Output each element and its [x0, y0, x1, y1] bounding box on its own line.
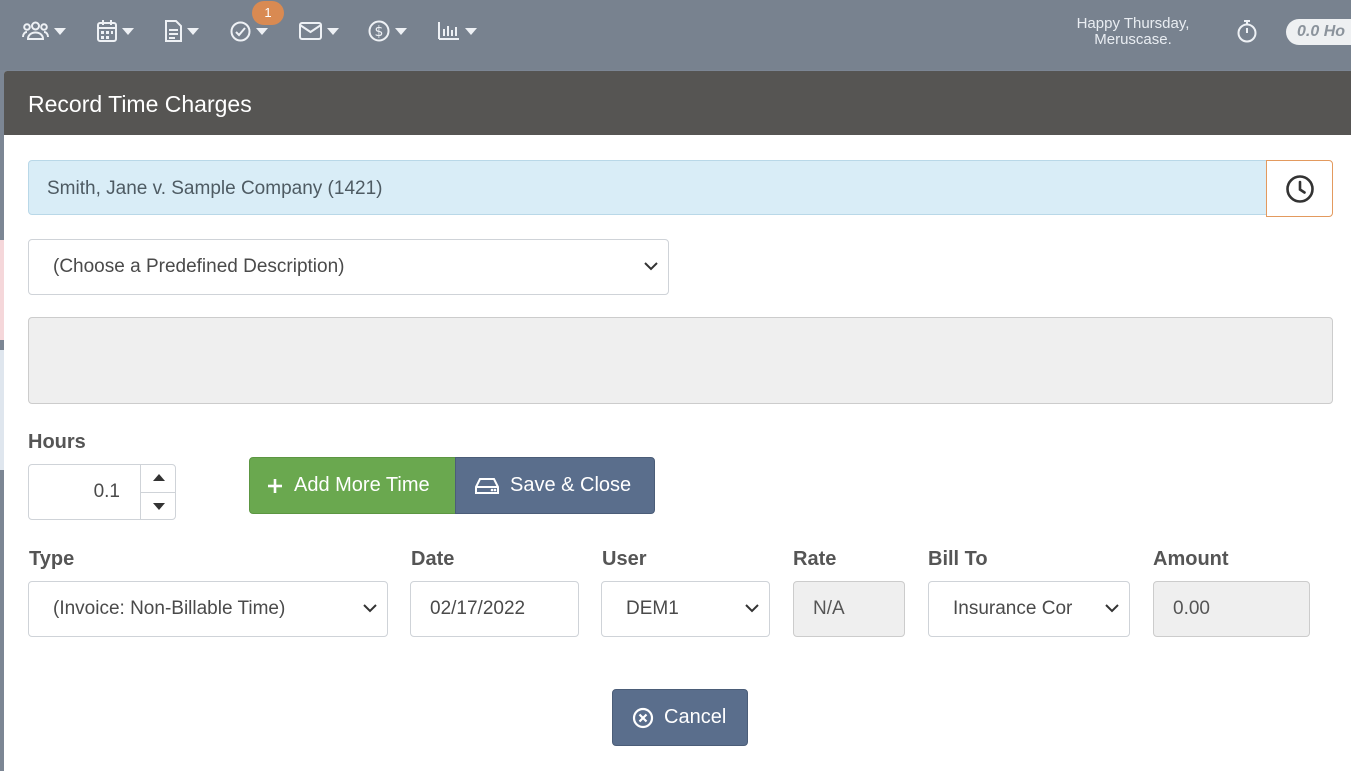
chevron-down-icon [327, 27, 339, 35]
tasks-count-badge: 1 [252, 1, 284, 25]
cancel-button[interactable]: Cancel [612, 689, 748, 746]
predefined-description-value: (Choose a Predefined Description) [53, 256, 345, 277]
stepper-down-icon[interactable] [153, 503, 165, 510]
greeting-line-2: Meruscase. [1094, 31, 1172, 48]
hard-drive-icon [475, 477, 499, 494]
type-value: (Invoice: Non-Billable Time) [53, 598, 286, 619]
add-more-time-button[interactable]: Add More Time [249, 457, 456, 514]
type-select[interactable]: (Invoice: Non-Billable Time) [28, 581, 388, 637]
bill-to-value: Insurance Cor [953, 598, 1073, 619]
bar-chart-icon [438, 22, 459, 40]
time-history-button[interactable] [1266, 160, 1333, 217]
date-label: Date [411, 548, 455, 570]
record-time-modal: Record Time Charges Smith, Jane v. Sampl… [4, 71, 1351, 771]
svg-text:$: $ [375, 24, 384, 40]
hours-label: Hours [28, 431, 86, 453]
modal-header: Record Time Charges [4, 71, 1351, 135]
mail-icon [299, 22, 322, 40]
nav-reports-menu[interactable] [438, 18, 477, 44]
amount-label: Amount [1153, 548, 1229, 570]
stopwatch-icon [1237, 20, 1257, 43]
document-icon [165, 20, 182, 42]
rate-field: N/A [793, 581, 905, 637]
chevron-down-icon [745, 604, 759, 613]
nav-calendar-menu[interactable] [97, 18, 134, 44]
chevron-down-icon [54, 27, 66, 35]
chevron-down-icon [395, 27, 407, 35]
stepper-divider [140, 492, 175, 493]
chevron-down-icon [256, 27, 268, 35]
save-close-button[interactable]: Save & Close [455, 457, 655, 514]
chevron-down-icon [1105, 604, 1119, 613]
save-close-label: Save & Close [510, 474, 632, 496]
user-select[interactable]: DEM1 [601, 581, 770, 637]
nav-people-menu[interactable] [22, 18, 66, 44]
greeting-line-1: Happy Thursday, [1076, 15, 1190, 32]
case-field[interactable]: Smith, Jane v. Sample Company (1421) [28, 160, 1268, 215]
nav-documents-menu[interactable] [165, 18, 199, 44]
greeting-text: Happy Thursday, Meruscase. [1062, 16, 1204, 48]
type-label: Type [29, 548, 75, 570]
add-more-time-label: Add More Time [294, 474, 430, 496]
dollar-icon: $ [368, 20, 390, 42]
clock-icon [1285, 174, 1314, 203]
user-value: DEM1 [626, 598, 679, 619]
users-icon [22, 21, 49, 40]
cancel-label: Cancel [664, 706, 727, 728]
nav-mail-menu[interactable] [299, 18, 339, 44]
hours-stepper[interactable]: 0.1 [28, 464, 176, 520]
chevron-down-icon [187, 27, 199, 35]
close-circle-icon [632, 707, 654, 728]
chevron-down-icon [122, 27, 134, 35]
user-label: User [602, 548, 647, 570]
bill-to-select[interactable]: Insurance Cor [928, 581, 1130, 637]
description-textarea[interactable] [28, 317, 1333, 404]
date-input[interactable]: 02/17/2022 [410, 581, 579, 637]
hours-value: 0.1 [93, 481, 120, 502]
stepper-up-icon[interactable] [153, 474, 165, 481]
rate-label: Rate [793, 548, 837, 570]
task-check-icon [230, 21, 251, 41]
chevron-down-icon [465, 27, 477, 35]
chevron-down-icon [644, 262, 658, 271]
hours-total-pill[interactable]: 0.0 Ho [1286, 19, 1351, 45]
top-nav-bar: 1 $ Happy Thursday, Meruscase. 0.0 Ho [0, 0, 1351, 70]
bill-to-label: Bill To [928, 548, 988, 570]
predefined-description-select[interactable]: (Choose a Predefined Description) [28, 239, 669, 295]
chevron-down-icon [363, 604, 377, 613]
calendar-icon [97, 20, 117, 42]
modal-title: Record Time Charges [28, 91, 252, 117]
nav-billing-menu[interactable]: $ [368, 18, 407, 44]
amount-field: 0.00 [1153, 581, 1310, 637]
timer-button[interactable] [1236, 19, 1258, 48]
plus-icon [268, 478, 282, 493]
